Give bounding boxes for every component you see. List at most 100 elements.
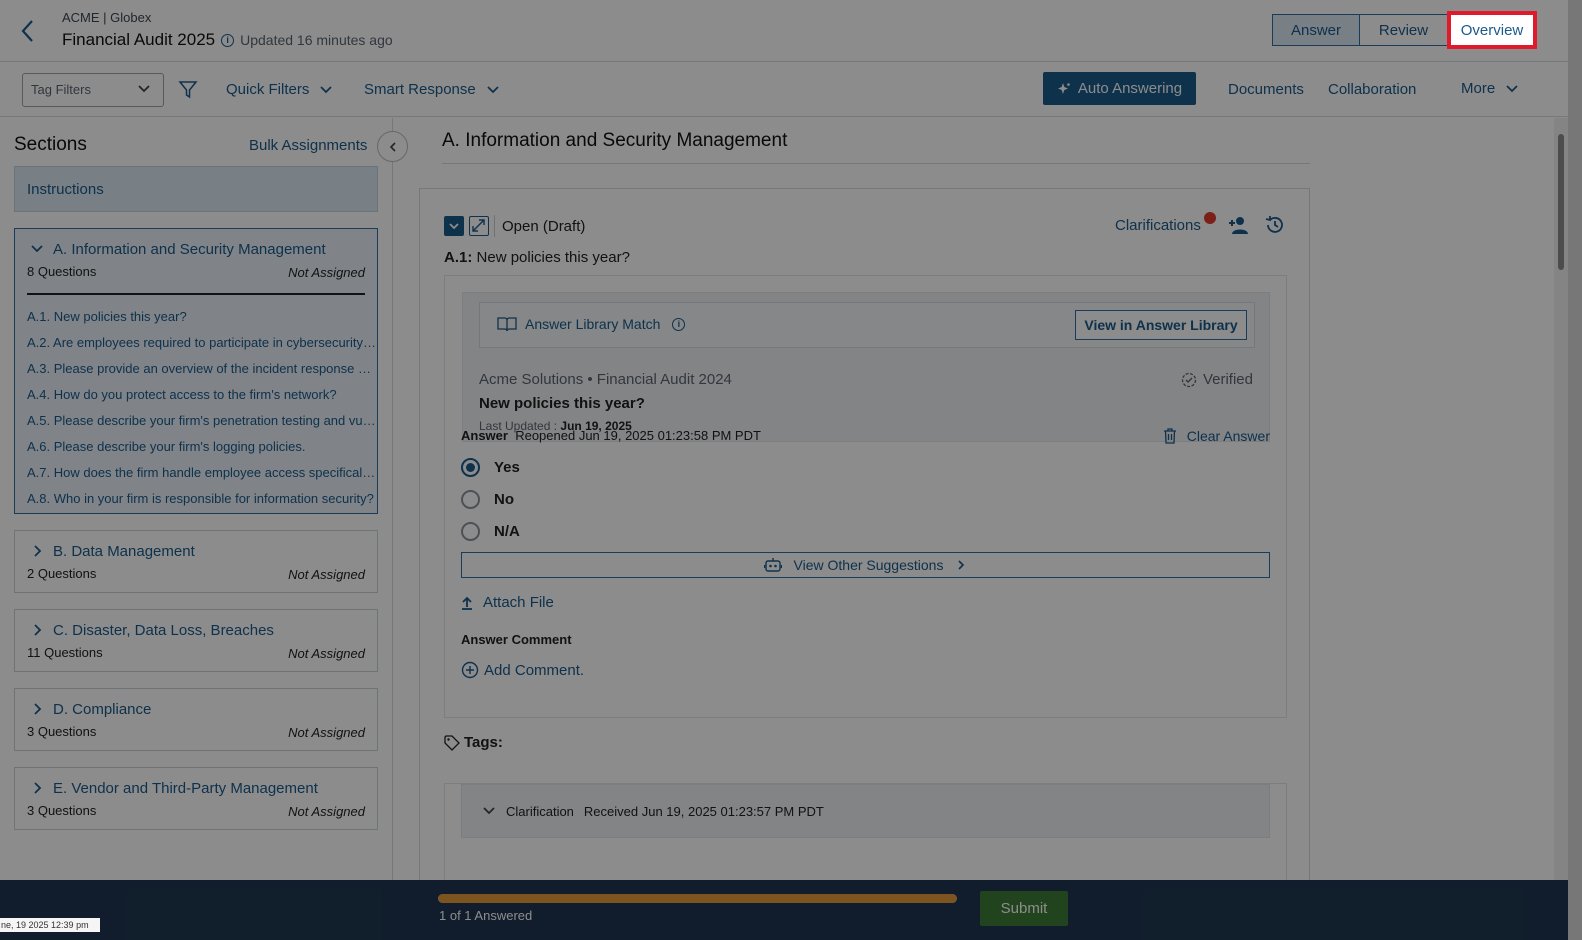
chevron-right-icon[interactable] bbox=[30, 544, 44, 558]
documents-link[interactable]: Documents bbox=[1228, 81, 1304, 98]
expand-icon[interactable] bbox=[469, 216, 489, 236]
section-assignee: Not Assigned bbox=[288, 646, 365, 661]
chevron-down-icon bbox=[320, 85, 332, 93]
more-label: More bbox=[1461, 80, 1496, 97]
chevron-down-icon bbox=[1506, 84, 1518, 92]
radio-option-no[interactable]: No bbox=[461, 490, 514, 509]
question-link-a5[interactable]: A.5. Please describe your firm's penetra… bbox=[27, 408, 377, 434]
tab-overview[interactable]: Overview bbox=[1447, 11, 1537, 49]
assign-user-icon[interactable] bbox=[1228, 215, 1250, 235]
clarifications-link[interactable]: Clarifications bbox=[1115, 217, 1201, 234]
clarification-panel: Clarification Received Jun 19, 2025 01:2… bbox=[444, 783, 1287, 880]
top-header: ACME | Globex Financial Audit 2025 i Updat… bbox=[0, 0, 1568, 62]
divider bbox=[494, 215, 495, 237]
radio-option-yes[interactable]: Yes bbox=[461, 458, 520, 477]
section-name: C. Disaster, Data Loss, Breaches bbox=[53, 622, 274, 639]
app-window: ACME | Globex Financial Audit 2025 i Updat… bbox=[0, 0, 1568, 940]
instructions-item[interactable]: Instructions bbox=[14, 166, 378, 212]
section-card-d[interactable]: D. Compliance 3 Questions Not Assigned bbox=[14, 688, 378, 751]
timestamp-label: ne, 19 2025 12:39 pm bbox=[0, 918, 100, 932]
verified-label: Verified bbox=[1202, 371, 1253, 388]
section-card-a[interactable]: A. Information and Security Management 8… bbox=[14, 228, 378, 514]
sidebar-heading: Sections bbox=[14, 134, 87, 155]
radio-button[interactable] bbox=[461, 490, 480, 509]
collapse-question-toggle[interactable] bbox=[444, 216, 464, 236]
chevron-right-icon[interactable] bbox=[30, 781, 44, 795]
verified-badge: Verified bbox=[1181, 371, 1253, 388]
tab-review[interactable]: Review bbox=[1359, 14, 1448, 46]
question-link-a3[interactable]: A.3. Please provide an overview of the i… bbox=[27, 356, 377, 382]
info-icon[interactable]: i bbox=[221, 34, 235, 47]
section-name: E. Vendor and Third-Party Management bbox=[53, 780, 318, 797]
question-link-a7[interactable]: A.7. How does the firm handle employee a… bbox=[27, 460, 377, 486]
view-in-answer-library-button[interactable]: View in Answer Library bbox=[1075, 310, 1247, 340]
submit-button[interactable]: Submit bbox=[980, 891, 1068, 926]
attach-file-button[interactable]: Attach File bbox=[461, 594, 554, 611]
collaboration-link[interactable]: Collaboration bbox=[1328, 81, 1416, 98]
section-name: D. Compliance bbox=[53, 701, 152, 718]
answer-library-match-label: Answer Library Match bbox=[525, 316, 661, 332]
view-other-suggestions-button[interactable]: View Other Suggestions bbox=[461, 552, 1270, 578]
smart-response-menu[interactable]: Smart Response bbox=[364, 81, 500, 98]
answer-library-header: Answer Library Match i View in Answer Li… bbox=[479, 302, 1255, 348]
section-question-count: 3 Questions bbox=[27, 724, 97, 739]
progress-fill bbox=[438, 894, 957, 903]
chevron-down-icon[interactable] bbox=[30, 242, 44, 256]
answer-panel: Answer Library Match i View in Answer Li… bbox=[444, 275, 1287, 718]
scrollbar-thumb[interactable] bbox=[1558, 134, 1564, 270]
auto-answering-button[interactable]: Auto Answering bbox=[1043, 72, 1196, 105]
trash-icon bbox=[1163, 428, 1176, 444]
chevron-down-icon bbox=[138, 85, 150, 93]
question-link-a6[interactable]: A.6. Please describe your firm's logging… bbox=[27, 434, 377, 460]
more-menu[interactable]: More bbox=[1461, 80, 1519, 97]
section-question-count: 3 Questions bbox=[27, 803, 97, 818]
answer-label-row: Answer Reopened Jun 19, 2025 01:23:58 PM… bbox=[461, 428, 761, 443]
plus-circle-icon bbox=[461, 661, 479, 679]
section-card-e[interactable]: E. Vendor and Third-Party Management 3 Q… bbox=[14, 767, 378, 830]
answer-label: Answer bbox=[461, 428, 508, 443]
quick-filters-menu[interactable]: Quick Filters bbox=[226, 81, 333, 98]
main-content: A. Information and Security Management O… bbox=[394, 118, 1554, 880]
back-arrow-icon[interactable] bbox=[18, 18, 38, 44]
chevron-right-icon[interactable] bbox=[30, 623, 44, 637]
section-card-b[interactable]: B. Data Management 2 Questions Not Assig… bbox=[14, 530, 378, 593]
filter-icon[interactable] bbox=[178, 80, 198, 100]
question-link-a2[interactable]: A.2. Are employees required to participa… bbox=[27, 330, 377, 356]
chevron-right-icon[interactable] bbox=[30, 702, 44, 716]
question-list: A.1. New policies this year? A.2. Are em… bbox=[27, 293, 377, 512]
notification-dot bbox=[1204, 212, 1216, 224]
radio-option-na[interactable]: N/A bbox=[461, 522, 520, 541]
page-title: Financial Audit 2025 bbox=[62, 30, 216, 49]
radio-button-selected[interactable] bbox=[461, 458, 480, 477]
section-card-c[interactable]: C. Disaster, Data Loss, Breaches 11 Ques… bbox=[14, 609, 378, 672]
tab-answer[interactable]: Answer bbox=[1272, 14, 1360, 46]
answer-library-match: Answer Library Match i bbox=[497, 316, 686, 332]
chevron-left-icon bbox=[389, 141, 396, 152]
collapse-sidebar-button[interactable] bbox=[377, 131, 408, 162]
info-icon[interactable]: i bbox=[672, 317, 686, 331]
clarification-header[interactable]: Clarification Received Jun 19, 2025 01:2… bbox=[461, 784, 1270, 838]
answer-library-box: Answer Library Match i View in Answer Li… bbox=[462, 292, 1270, 442]
question-text: New policies this year? bbox=[476, 249, 630, 266]
toolbar: Tag Filters Quick Filters Smart Response… bbox=[0, 62, 1568, 117]
radio-label: N/A bbox=[494, 523, 520, 540]
scrollbar[interactable] bbox=[1554, 118, 1568, 880]
section-question-count: 8 Questions bbox=[27, 264, 97, 279]
section-name: B. Data Management bbox=[53, 543, 195, 560]
section-assignee: Not Assigned bbox=[288, 265, 365, 280]
clear-answer-button[interactable]: Clear Answer bbox=[1163, 428, 1270, 444]
tag-filters-placeholder: Tag Filters bbox=[31, 82, 91, 97]
question-link-a1[interactable]: A.1. New policies this year? bbox=[27, 304, 377, 330]
upload-icon bbox=[462, 596, 472, 610]
tag-filters-select[interactable]: Tag Filters bbox=[22, 73, 164, 107]
question-link-a4[interactable]: A.4. How do you protect access to the fi… bbox=[27, 382, 377, 408]
radio-button[interactable] bbox=[461, 522, 480, 541]
question-link-a8[interactable]: A.8. Who in your firm is responsible for… bbox=[27, 486, 377, 512]
add-comment-button[interactable]: Add Comment. bbox=[461, 661, 584, 679]
bulk-assignments-link[interactable]: Bulk Assignments bbox=[249, 137, 367, 154]
chevron-down-icon[interactable] bbox=[482, 804, 496, 818]
radio-label: Yes bbox=[494, 459, 520, 476]
book-icon bbox=[497, 317, 517, 332]
attach-file-label: Attach File bbox=[483, 594, 554, 611]
history-icon[interactable] bbox=[1264, 214, 1286, 236]
